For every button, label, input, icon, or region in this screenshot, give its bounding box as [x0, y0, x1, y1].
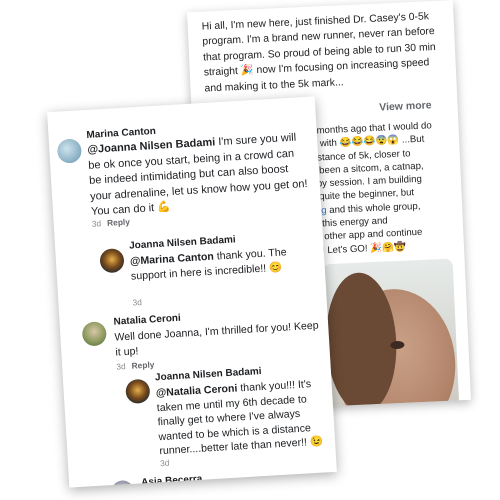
avatar[interactable]	[99, 247, 125, 274]
commenter-name[interactable]: Asia Becerra	[141, 474, 203, 488]
comments-card: Marina Canton @Joanna Nilsen Badami I'm …	[47, 96, 337, 488]
avatar[interactable]	[56, 138, 83, 164]
comment-meta: 3d	[132, 297, 142, 308]
comment-text: @Natalia Ceroni thank you!!! It's taken …	[156, 376, 332, 459]
comment-time: 3d	[132, 297, 143, 308]
avatar[interactable]	[111, 479, 135, 488]
commenter-name[interactable]: Natalia Ceroni	[113, 313, 181, 328]
reply-button[interactable]: Reply	[107, 217, 130, 228]
comment-meta: 3d Reply	[116, 359, 155, 371]
comment-time: 3d	[115, 361, 126, 372]
comment-meta: 3d	[160, 458, 170, 469]
post-photo[interactable]	[322, 258, 460, 412]
comment-meta: 3d Reply	[91, 217, 130, 229]
comment-text: @Joanna Nilsen Badami I'm sure you will …	[87, 130, 311, 220]
post-text: Hi all, I'm new here, just finished Dr. …	[201, 11, 436, 95]
avatar[interactable]	[125, 378, 151, 405]
comment-time: 3d	[159, 457, 170, 469]
avatar[interactable]	[81, 321, 108, 347]
view-more-link[interactable]: View more	[379, 99, 432, 113]
comment-time: 3d	[91, 218, 102, 229]
reply-button[interactable]: Reply	[131, 359, 154, 370]
